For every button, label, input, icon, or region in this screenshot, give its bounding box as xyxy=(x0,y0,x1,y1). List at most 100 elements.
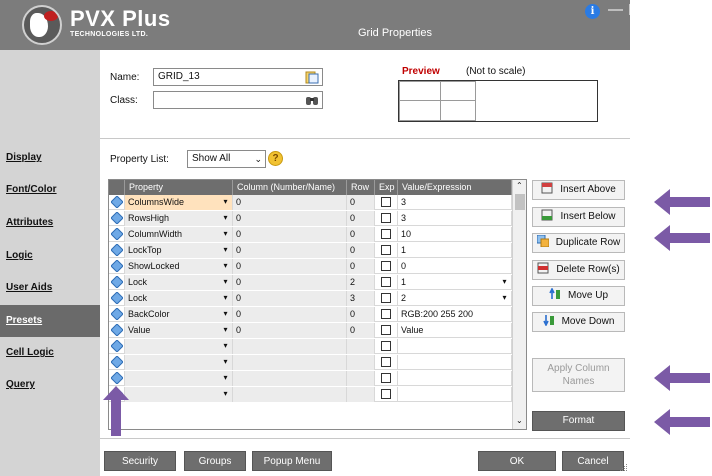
move-up-button[interactable]: Move Up xyxy=(532,286,625,306)
row-marker-cell[interactable] xyxy=(109,227,125,242)
row-cell[interactable]: 2 xyxy=(347,275,375,290)
value-cell[interactable]: 3 xyxy=(398,211,512,226)
column-cell[interactable] xyxy=(233,339,347,354)
scroll-down-icon[interactable]: ⌄ xyxy=(516,416,523,425)
apply-column-names-button[interactable]: Apply Column Names xyxy=(532,358,625,392)
sidebar-item-cell-logic[interactable]: Cell Logic xyxy=(0,337,100,369)
value-cell[interactable]: 1 ▾ xyxy=(398,275,512,290)
property-cell[interactable]: ShowLocked ▾ xyxy=(125,259,233,274)
sidebar-item-display[interactable]: Display xyxy=(0,142,100,174)
grid-scrollbar[interactable]: ⌃ ⌄ xyxy=(512,180,526,429)
row-cell[interactable]: 0 xyxy=(347,195,375,210)
dropdown-arrow-icon[interactable]: ▾ xyxy=(221,325,230,335)
row-cell[interactable] xyxy=(347,387,375,402)
exp-checkbox[interactable] xyxy=(381,261,391,271)
property-cell[interactable]: ▾ xyxy=(125,339,233,354)
groups-button[interactable]: Groups xyxy=(184,451,246,471)
row-marker-cell[interactable] xyxy=(109,243,125,258)
column-cell[interactable]: 0 xyxy=(233,211,347,226)
row-cell[interactable] xyxy=(347,355,375,370)
popup-menu-button[interactable]: Popup Menu xyxy=(252,451,332,471)
table-row[interactable]: ▾ xyxy=(109,339,512,354)
property-cell[interactable]: ▾ xyxy=(125,371,233,386)
value-cell[interactable]: 3 xyxy=(398,195,512,210)
table-row[interactable]: ▾ xyxy=(109,371,512,386)
value-cell[interactable]: Value xyxy=(398,323,512,338)
row-marker-cell[interactable] xyxy=(109,371,125,386)
cancel-button[interactable]: Cancel xyxy=(562,451,624,471)
property-cell[interactable]: Lock ▾ xyxy=(125,275,233,290)
exp-checkbox[interactable] xyxy=(381,245,391,255)
row-marker-cell[interactable] xyxy=(109,307,125,322)
sidebar-item-logic[interactable]: Logic xyxy=(0,240,100,272)
column-cell[interactable] xyxy=(233,355,347,370)
dropdown-arrow-icon[interactable]: ▾ xyxy=(221,197,230,207)
duplicate-row-button[interactable]: Duplicate Row xyxy=(532,233,625,253)
property-cell[interactable]: ▾ xyxy=(125,355,233,370)
sidebar-item-presets[interactable]: Presets xyxy=(0,305,100,337)
dropdown-arrow-icon[interactable]: ▾ xyxy=(221,309,230,319)
dropdown-arrow-icon[interactable]: ▾ xyxy=(221,277,230,287)
close-button[interactable]: X xyxy=(646,1,656,18)
insert-below-button[interactable]: Insert Below xyxy=(532,207,625,227)
property-list-select[interactable]: Show All ⌄ xyxy=(187,150,266,168)
row-marker-cell[interactable] xyxy=(109,339,125,354)
table-row[interactable]: ▾ xyxy=(109,355,512,370)
value-cell[interactable] xyxy=(398,387,512,402)
value-cell[interactable]: 0 xyxy=(398,259,512,274)
column-cell[interactable]: 0 xyxy=(233,291,347,306)
property-cell[interactable]: Value ▾ xyxy=(125,323,233,338)
property-cell[interactable]: BackColor ▾ xyxy=(125,307,233,322)
dropdown-arrow-icon[interactable]: ▾ xyxy=(221,389,230,399)
info-icon[interactable]: i xyxy=(585,4,600,19)
help-icon[interactable]: ? xyxy=(268,151,283,166)
column-cell[interactable]: 0 xyxy=(233,195,347,210)
row-cell[interactable]: 0 xyxy=(347,259,375,274)
table-row[interactable]: Lock ▾ 0 3 2 ▾ xyxy=(109,291,512,306)
table-row[interactable]: Value ▾ 0 0 Value xyxy=(109,323,512,338)
column-cell[interactable]: 0 xyxy=(233,227,347,242)
column-cell[interactable]: 0 xyxy=(233,307,347,322)
exp-checkbox[interactable] xyxy=(381,341,391,351)
property-cell[interactable]: ColumnsWide ▾ xyxy=(125,195,233,210)
clipboard-icon[interactable] xyxy=(305,70,319,84)
row-cell[interactable] xyxy=(347,339,375,354)
table-row[interactable]: BackColor ▾ 0 0 RGB:200 255 200 xyxy=(109,307,512,322)
row-cell[interactable]: 0 xyxy=(347,211,375,226)
move-down-button[interactable]: Move Down xyxy=(532,312,625,332)
dropdown-arrow-icon[interactable]: ▾ xyxy=(221,213,230,223)
property-cell[interactable]: RowsHigh ▾ xyxy=(125,211,233,226)
maximize-button[interactable]: ☐ xyxy=(628,1,641,19)
exp-checkbox[interactable] xyxy=(381,213,391,223)
row-marker-cell[interactable] xyxy=(109,291,125,306)
row-marker-cell[interactable] xyxy=(109,275,125,290)
value-cell[interactable] xyxy=(398,371,512,386)
sidebar-item-attributes[interactable]: Attributes xyxy=(0,207,100,239)
row-cell[interactable] xyxy=(347,371,375,386)
table-row[interactable]: ▾ xyxy=(109,387,512,402)
value-cell[interactable]: 10 xyxy=(398,227,512,242)
exp-checkbox[interactable] xyxy=(381,373,391,383)
row-cell[interactable]: 0 xyxy=(347,227,375,242)
row-cell[interactable]: 0 xyxy=(347,323,375,338)
table-row[interactable]: RowsHigh ▾ 0 0 3 xyxy=(109,211,512,226)
row-marker-cell[interactable] xyxy=(109,323,125,338)
sidebar-item-user-aids[interactable]: User Aids xyxy=(0,272,100,304)
delete-rows-button[interactable]: Delete Row(s) xyxy=(532,260,625,280)
exp-checkbox[interactable] xyxy=(381,357,391,367)
row-marker-cell[interactable] xyxy=(109,259,125,274)
value-cell[interactable] xyxy=(398,355,512,370)
format-button[interactable]: Format xyxy=(532,411,625,431)
column-cell[interactable]: 0 xyxy=(233,259,347,274)
exp-checkbox[interactable] xyxy=(381,325,391,335)
resize-grip-icon[interactable] xyxy=(620,464,628,472)
row-cell[interactable]: 0 xyxy=(347,307,375,322)
exp-checkbox[interactable] xyxy=(381,229,391,239)
dropdown-arrow-icon[interactable]: ▾ xyxy=(221,293,230,303)
property-cell[interactable]: LockTop ▾ xyxy=(125,243,233,258)
row-marker-cell[interactable] xyxy=(109,211,125,226)
property-cell[interactable]: Lock ▾ xyxy=(125,291,233,306)
column-cell[interactable]: 0 xyxy=(233,323,347,338)
row-cell[interactable]: 3 xyxy=(347,291,375,306)
exp-checkbox[interactable] xyxy=(381,293,391,303)
